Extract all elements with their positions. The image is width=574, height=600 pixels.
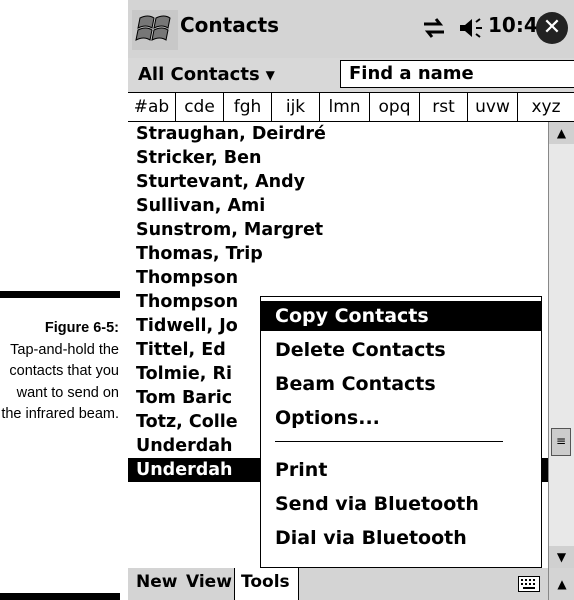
beam-contacts-item[interactable]: Beam Contacts: [261, 369, 541, 399]
alpha-tab[interactable]: uvw: [468, 93, 518, 121]
close-icon[interactable]: ✕: [536, 12, 568, 44]
alpha-tab[interactable]: cde: [176, 93, 224, 121]
chevron-down-icon: ▼: [265, 68, 275, 82]
contact-row[interactable]: Thompson: [128, 266, 548, 290]
dial-via-bluetooth-item[interactable]: Dial via Bluetooth: [261, 523, 541, 553]
alpha-tab[interactable]: rst: [420, 93, 468, 121]
sync-icon[interactable]: [420, 16, 448, 40]
tools-popup-menu: Copy Contacts Delete Contacts Beam Conta…: [260, 296, 542, 568]
find-name-input[interactable]: Find a name: [340, 60, 574, 88]
alpha-tab[interactable]: #ab: [128, 93, 176, 121]
contact-row[interactable]: Sullivan, Ami: [128, 194, 548, 218]
options-item[interactable]: Options...: [261, 403, 541, 433]
contact-row[interactable]: Straughan, Deirdré: [128, 122, 548, 146]
caption-title: Figure 6-5:: [44, 320, 119, 336]
keyboard-icon[interactable]: [518, 576, 540, 592]
app-title: Contacts: [180, 13, 280, 37]
scrollbar[interactable]: ▲ ≡ ▼: [548, 122, 574, 568]
send-via-bluetooth-item[interactable]: Send via Bluetooth: [261, 489, 541, 519]
scroll-down-icon[interactable]: ▼: [549, 546, 574, 568]
alpha-tab[interactable]: xyz: [518, 93, 574, 121]
input-panel-arrow-icon[interactable]: ▲: [548, 568, 574, 600]
caption-bottom-rule: [0, 593, 120, 600]
contact-row[interactable]: Stricker, Ben: [128, 146, 548, 170]
tools-menu[interactable]: Tools: [234, 568, 299, 600]
print-item[interactable]: Print: [261, 455, 541, 485]
alpha-tab[interactable]: opq: [370, 93, 420, 121]
alphabet-tabs: #ab cde fgh ijk lmn opq rst uvw xyz: [128, 92, 574, 122]
filter-bar: All Contacts ▼ Find a name: [128, 58, 574, 92]
volume-icon[interactable]: [458, 16, 484, 40]
alpha-tab[interactable]: lmn: [320, 93, 370, 121]
menu-bar: New View Tools ▲: [128, 568, 574, 600]
windows-start-icon[interactable]: [132, 10, 178, 50]
contact-row[interactable]: Thomas, Trip: [128, 242, 548, 266]
category-label: All Contacts: [138, 64, 260, 85]
pda-screen: Contacts 10:44 ✕ All Contacts ▼ Find a na…: [128, 0, 574, 600]
caption-body: Tap-and-hold the contacts that you want …: [1, 341, 119, 423]
title-bar: Contacts 10:44 ✕: [128, 0, 574, 58]
category-dropdown[interactable]: All Contacts ▼: [138, 64, 275, 85]
scroll-up-icon[interactable]: ▲: [549, 122, 574, 144]
contact-row[interactable]: Sturtevant, Andy: [128, 170, 548, 194]
figure-caption: Figure 6-5: Tap-and-hold the contacts th…: [0, 318, 119, 426]
contact-row[interactable]: Sunstrom, Margret: [128, 218, 548, 242]
delete-contacts-item[interactable]: Delete Contacts: [261, 335, 541, 365]
view-menu[interactable]: View: [186, 572, 232, 592]
scroll-thumb[interactable]: ≡: [551, 428, 571, 456]
alpha-tab[interactable]: fgh: [224, 93, 272, 121]
menu-separator: [275, 441, 503, 442]
new-menu[interactable]: New: [136, 572, 177, 592]
copy-contacts-item[interactable]: Copy Contacts: [261, 301, 541, 331]
alpha-tab[interactable]: ijk: [272, 93, 320, 121]
caption-top-rule: [0, 291, 120, 298]
